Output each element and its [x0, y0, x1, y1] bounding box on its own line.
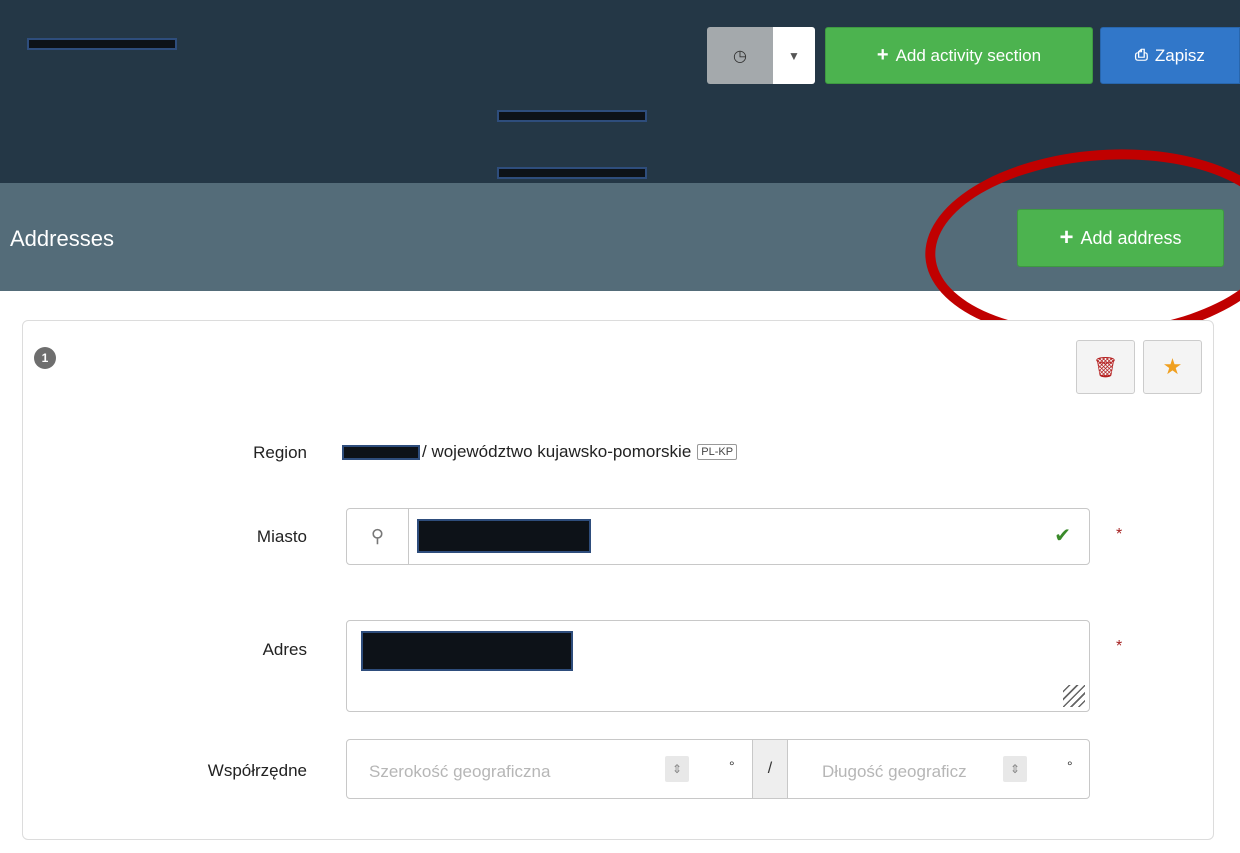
required-mark-address: * [1116, 638, 1123, 655]
print-icon: ⎙ [1135, 46, 1148, 64]
plus-icon: + [876, 44, 889, 66]
redacted-title [27, 38, 177, 50]
required-mark-city: * [1116, 526, 1123, 543]
address-textarea[interactable] [346, 620, 1090, 712]
region-code-tag: PL-KP [697, 444, 738, 460]
history-dropdown-button[interactable]: ▼ [773, 27, 815, 84]
region-label: Region [253, 443, 307, 462]
redacted-address-value [361, 631, 573, 671]
address-index-badge: 1 [34, 347, 56, 369]
caret-down-icon: ▼ [788, 48, 800, 63]
redacted-region-name [342, 444, 420, 460]
region-value: / województwo kujawsko-pomorskie PL-KP [342, 442, 738, 462]
add-activity-label: Add activity section [895, 45, 1042, 65]
redacted-subtitle-1 [497, 110, 647, 122]
city-label: Miasto [256, 527, 307, 546]
star-icon: ★ [1162, 354, 1183, 379]
region-text: / województwo kujawsko-pomorskie [422, 442, 692, 461]
address-label: Adres [262, 640, 307, 659]
add-address-button[interactable]: + Add address [1017, 209, 1224, 267]
longitude-input[interactable]: Długość geograficz [822, 762, 967, 782]
redacted-subtitle-2 [497, 167, 647, 179]
delete-address-button[interactable]: 🗑 [1076, 340, 1135, 394]
add-activity-section-button[interactable]: + Add activity section [825, 27, 1093, 84]
longitude-spinner-icon[interactable]: ⇕ [1003, 756, 1027, 782]
coordinates-label: Współrzędne [207, 761, 307, 780]
trash-icon: 🗑 [1092, 356, 1119, 379]
redacted-city-value [417, 519, 591, 553]
coordinate-separator: / [752, 740, 788, 798]
search-icon: ⚲ [347, 509, 409, 564]
check-icon: ✔ [1054, 525, 1071, 547]
history-button[interactable]: ◷ [707, 27, 773, 84]
plus-icon: + [1059, 224, 1074, 251]
latitude-spinner-icon[interactable]: ⇕ [665, 756, 689, 782]
section-title: Addresses [10, 226, 114, 251]
coordinates-group: Szerokość geograficzna ⇕ ° / Długość geo… [346, 739, 1090, 799]
save-label: Zapisz [1154, 45, 1205, 65]
latitude-input[interactable]: Szerokość geograficzna [369, 762, 550, 782]
save-button[interactable]: ⎙ Zapisz [1100, 27, 1240, 84]
city-field[interactable]: ⚲ ✔ [346, 508, 1090, 565]
clock-icon: ◷ [733, 47, 747, 65]
resize-grip-icon[interactable] [1063, 685, 1085, 707]
latitude-degree: ° [729, 758, 735, 774]
add-address-label: Add address [1080, 227, 1182, 248]
longitude-degree: ° [1067, 758, 1073, 774]
favorite-address-button[interactable]: ★ [1143, 340, 1202, 394]
